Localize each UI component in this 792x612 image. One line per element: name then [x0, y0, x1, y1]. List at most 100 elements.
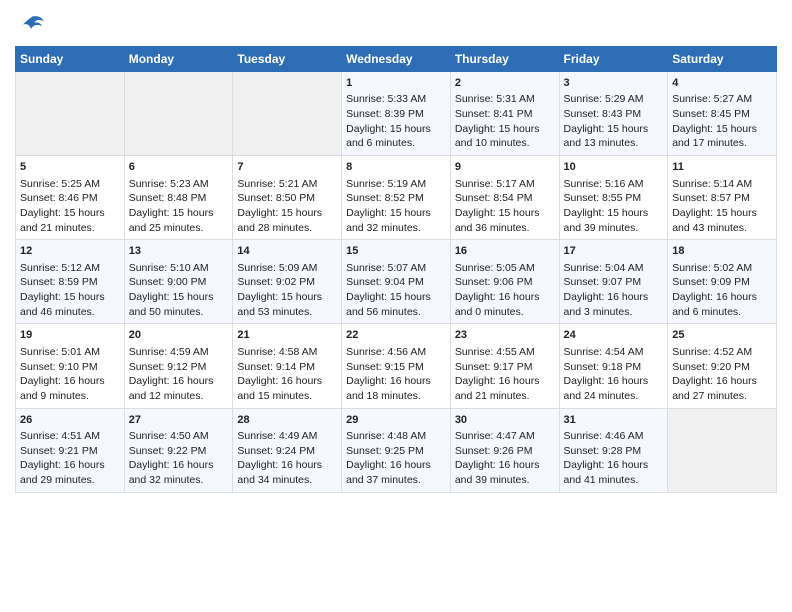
day-info: Sunset: 8:54 PM	[455, 191, 555, 206]
col-header-monday: Monday	[124, 47, 233, 72]
day-info: and 17 minutes.	[672, 136, 772, 151]
calendar-cell: 6Sunrise: 5:23 AMSunset: 8:48 PMDaylight…	[124, 156, 233, 240]
day-info: Sunrise: 4:55 AM	[455, 345, 555, 360]
day-info: Sunset: 9:17 PM	[455, 360, 555, 375]
day-info: Sunset: 8:59 PM	[20, 275, 120, 290]
day-info: Sunset: 9:02 PM	[237, 275, 337, 290]
col-header-wednesday: Wednesday	[342, 47, 451, 72]
day-info: and 28 minutes.	[237, 221, 337, 236]
day-info: and 32 minutes.	[346, 221, 446, 236]
week-row-3: 12Sunrise: 5:12 AMSunset: 8:59 PMDayligh…	[16, 240, 777, 324]
day-info: Sunrise: 4:46 AM	[564, 429, 664, 444]
day-number: 31	[564, 413, 664, 428]
day-number: 8	[346, 160, 446, 175]
day-info: Sunrise: 5:02 AM	[672, 261, 772, 276]
day-number: 1	[346, 76, 446, 91]
day-info: Sunset: 8:45 PM	[672, 107, 772, 122]
calendar-cell: 27Sunrise: 4:50 AMSunset: 9:22 PMDayligh…	[124, 408, 233, 492]
day-info: and 13 minutes.	[564, 136, 664, 151]
header	[15, 10, 777, 42]
day-info: and 18 minutes.	[346, 389, 446, 404]
col-header-friday: Friday	[559, 47, 668, 72]
calendar-cell: 4Sunrise: 5:27 AMSunset: 8:45 PMDaylight…	[668, 72, 777, 156]
day-info: and 24 minutes.	[564, 389, 664, 404]
day-number: 25	[672, 328, 772, 343]
day-info: and 56 minutes.	[346, 305, 446, 320]
day-number: 27	[129, 413, 229, 428]
day-info: Daylight: 15 hours	[455, 206, 555, 221]
day-info: Daylight: 16 hours	[564, 458, 664, 473]
header-row: SundayMondayTuesdayWednesdayThursdayFrid…	[16, 47, 777, 72]
day-info: Daylight: 16 hours	[129, 374, 229, 389]
day-info: Sunrise: 5:29 AM	[564, 92, 664, 107]
day-info: Daylight: 15 hours	[20, 206, 120, 221]
day-info: Daylight: 15 hours	[564, 122, 664, 137]
day-info: Sunset: 8:55 PM	[564, 191, 664, 206]
day-info: Daylight: 15 hours	[346, 206, 446, 221]
day-info: Sunset: 9:25 PM	[346, 444, 446, 459]
day-info: Sunset: 8:48 PM	[129, 191, 229, 206]
calendar-cell: 26Sunrise: 4:51 AMSunset: 9:21 PMDayligh…	[16, 408, 125, 492]
day-info: Daylight: 16 hours	[564, 290, 664, 305]
day-info: Sunset: 9:07 PM	[564, 275, 664, 290]
calendar-cell: 15Sunrise: 5:07 AMSunset: 9:04 PMDayligh…	[342, 240, 451, 324]
day-info: and 50 minutes.	[129, 305, 229, 320]
day-info: and 53 minutes.	[237, 305, 337, 320]
calendar-cell	[233, 72, 342, 156]
calendar-cell: 20Sunrise: 4:59 AMSunset: 9:12 PMDayligh…	[124, 324, 233, 408]
day-info: Daylight: 15 hours	[455, 122, 555, 137]
day-info: and 39 minutes.	[564, 221, 664, 236]
day-number: 16	[455, 244, 555, 259]
day-info: Daylight: 16 hours	[346, 374, 446, 389]
day-info: Sunset: 8:46 PM	[20, 191, 120, 206]
day-info: Daylight: 15 hours	[672, 206, 772, 221]
day-info: Daylight: 16 hours	[20, 458, 120, 473]
day-number: 5	[20, 160, 120, 175]
day-info: and 15 minutes.	[237, 389, 337, 404]
calendar-cell: 7Sunrise: 5:21 AMSunset: 8:50 PMDaylight…	[233, 156, 342, 240]
day-number: 26	[20, 413, 120, 428]
day-info: Sunset: 9:24 PM	[237, 444, 337, 459]
week-row-4: 19Sunrise: 5:01 AMSunset: 9:10 PMDayligh…	[16, 324, 777, 408]
day-info: Sunrise: 5:01 AM	[20, 345, 120, 360]
day-info: Sunrise: 4:51 AM	[20, 429, 120, 444]
day-info: Daylight: 16 hours	[455, 290, 555, 305]
day-number: 14	[237, 244, 337, 259]
calendar-cell: 29Sunrise: 4:48 AMSunset: 9:25 PMDayligh…	[342, 408, 451, 492]
day-info: Sunrise: 5:27 AM	[672, 92, 772, 107]
day-info: Daylight: 16 hours	[129, 458, 229, 473]
day-info: Sunset: 9:09 PM	[672, 275, 772, 290]
calendar-cell: 17Sunrise: 5:04 AMSunset: 9:07 PMDayligh…	[559, 240, 668, 324]
day-info: Sunset: 8:39 PM	[346, 107, 446, 122]
calendar-cell: 5Sunrise: 5:25 AMSunset: 8:46 PMDaylight…	[16, 156, 125, 240]
calendar-cell: 30Sunrise: 4:47 AMSunset: 9:26 PMDayligh…	[450, 408, 559, 492]
calendar-cell: 28Sunrise: 4:49 AMSunset: 9:24 PMDayligh…	[233, 408, 342, 492]
day-info: Sunrise: 5:16 AM	[564, 177, 664, 192]
day-info: and 9 minutes.	[20, 389, 120, 404]
day-info: and 32 minutes.	[129, 473, 229, 488]
calendar-cell: 12Sunrise: 5:12 AMSunset: 8:59 PMDayligh…	[16, 240, 125, 324]
day-info: and 6 minutes.	[672, 305, 772, 320]
day-info: Daylight: 15 hours	[346, 122, 446, 137]
calendar-cell: 8Sunrise: 5:19 AMSunset: 8:52 PMDaylight…	[342, 156, 451, 240]
day-info: Sunset: 8:57 PM	[672, 191, 772, 206]
calendar-cell: 22Sunrise: 4:56 AMSunset: 9:15 PMDayligh…	[342, 324, 451, 408]
calendar-cell	[668, 408, 777, 492]
calendar-cell: 9Sunrise: 5:17 AMSunset: 8:54 PMDaylight…	[450, 156, 559, 240]
day-info: Sunset: 8:50 PM	[237, 191, 337, 206]
day-number: 20	[129, 328, 229, 343]
day-info: Sunset: 9:28 PM	[564, 444, 664, 459]
day-info: and 29 minutes.	[20, 473, 120, 488]
day-info: and 34 minutes.	[237, 473, 337, 488]
day-number: 11	[672, 160, 772, 175]
day-info: Daylight: 16 hours	[20, 374, 120, 389]
day-info: Sunrise: 4:49 AM	[237, 429, 337, 444]
calendar-cell: 13Sunrise: 5:10 AMSunset: 9:00 PMDayligh…	[124, 240, 233, 324]
day-info: Daylight: 15 hours	[129, 290, 229, 305]
calendar-cell: 11Sunrise: 5:14 AMSunset: 8:57 PMDayligh…	[668, 156, 777, 240]
day-info: Sunset: 9:21 PM	[20, 444, 120, 459]
day-info: Sunset: 9:04 PM	[346, 275, 446, 290]
day-info: Sunset: 9:20 PM	[672, 360, 772, 375]
calendar-cell: 14Sunrise: 5:09 AMSunset: 9:02 PMDayligh…	[233, 240, 342, 324]
day-info: Daylight: 16 hours	[346, 458, 446, 473]
